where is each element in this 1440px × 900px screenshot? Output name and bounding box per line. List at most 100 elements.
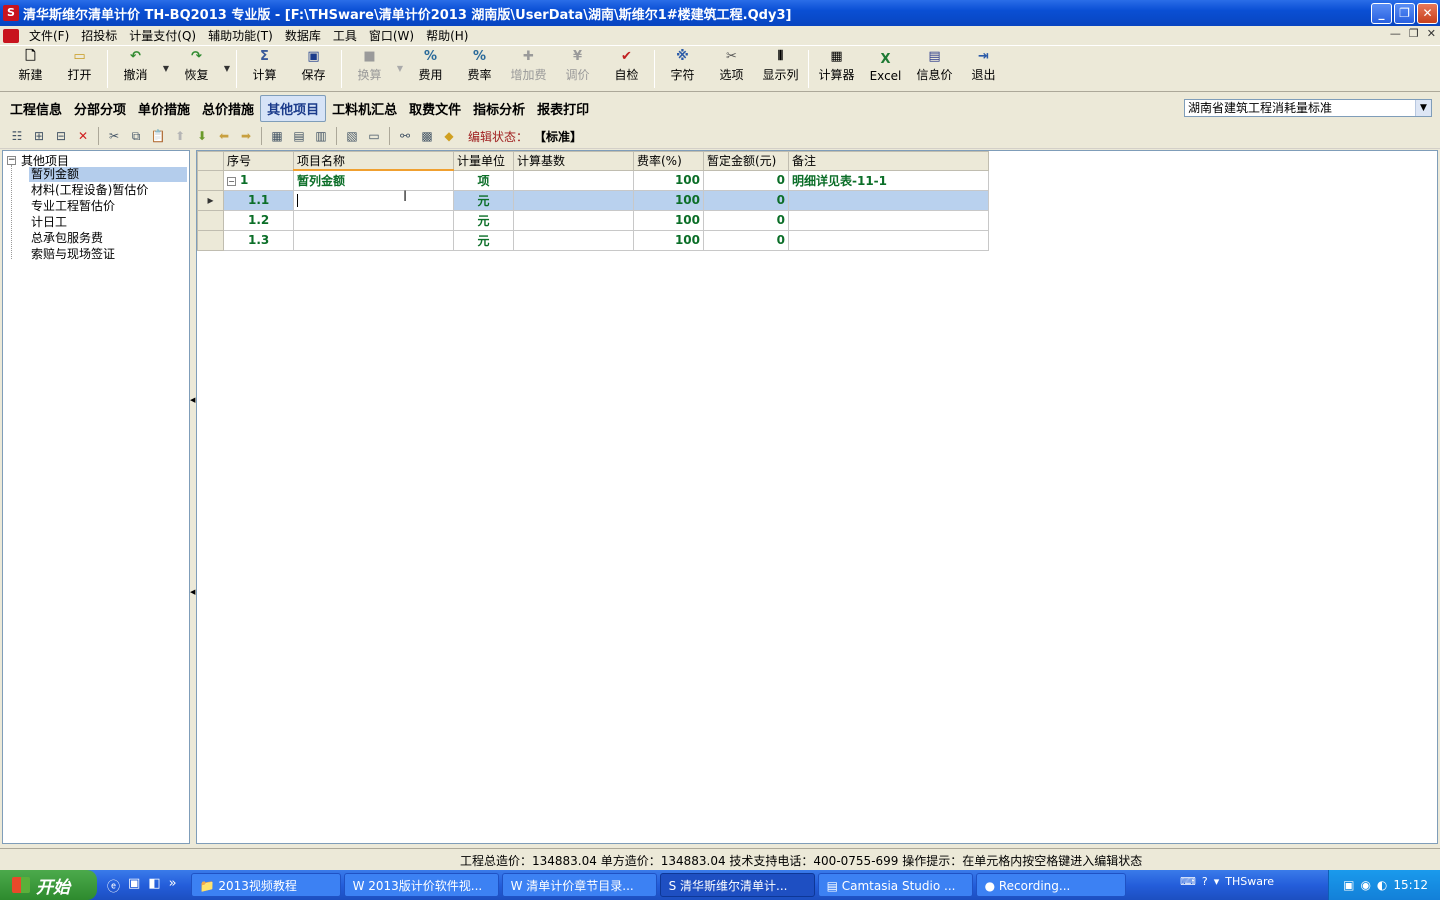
tab-total-measures[interactable]: 总价措施 [196, 96, 260, 121]
cell-note[interactable] [788, 229, 989, 251]
tree-item-general-contract-fee[interactable]: 总承包服务费 [29, 231, 105, 246]
menu-file[interactable]: 文件(F) [23, 27, 75, 44]
cell-no[interactable]: 1.3 [223, 229, 294, 251]
rate-button[interactable]: % 费率 [455, 46, 504, 92]
col-header-unit[interactable]: 计量单位 [453, 151, 514, 171]
tab-unit-measures[interactable]: 单价措施 [132, 96, 196, 121]
menu-database[interactable]: 数据库 [279, 27, 327, 44]
volume-icon[interactable]: ◉ [1360, 878, 1370, 892]
tab-project-info[interactable]: 工程信息 [4, 96, 68, 121]
cell-rate[interactable]: 100 [633, 189, 704, 211]
cell-base[interactable] [513, 189, 634, 211]
security-icon[interactable]: ◐ [1377, 878, 1387, 892]
app-quick-icon[interactable]: ◧ [148, 876, 160, 895]
row-indicator[interactable] [197, 209, 224, 231]
cell-no[interactable]: −1 [223, 169, 294, 191]
task-camtasia[interactable]: ▤ Camtasia Studio ... [817, 873, 973, 897]
mdi-minimize-button[interactable]: — [1390, 27, 1401, 40]
cell-no[interactable]: 1.2 [223, 209, 294, 231]
format-icon[interactable]: ▥ [310, 126, 332, 146]
menu-payment[interactable]: 计量支付(Q) [123, 27, 202, 44]
redo-dropdown[interactable]: ▼ [221, 46, 233, 92]
template-icon[interactable]: ▧ [341, 126, 363, 146]
chevron-down-icon[interactable]: ▼ [1415, 100, 1431, 116]
insert-row-icon[interactable]: ⊞ [28, 126, 50, 146]
keyboard-icon[interactable]: ⌨ [1180, 875, 1196, 888]
task-word-doc-2[interactable]: W 清单计价章节目录... [501, 873, 657, 897]
move-up-icon[interactable]: ⬆ [169, 126, 191, 146]
quota-standard-select[interactable]: 湖南省建筑工程消耗量标准 ▼ [1184, 99, 1432, 117]
find-binoculars-icon[interactable]: ⚯ [394, 126, 416, 146]
open-button[interactable]: ▭ 打开 [55, 46, 104, 92]
tab-materials-summary[interactable]: 工料机汇总 [326, 96, 403, 121]
delete-icon[interactable]: ✕ [72, 126, 94, 146]
tab-report-print[interactable]: 报表打印 [531, 96, 595, 121]
cell-base[interactable] [513, 209, 634, 231]
undo-dropdown[interactable]: ▼ [160, 46, 172, 92]
ie-icon[interactable]: ⓔ [107, 876, 120, 895]
move-right-icon[interactable]: ➡ [235, 126, 257, 146]
word-quick-icon[interactable]: ▣ [128, 876, 140, 895]
cell-name[interactable] [293, 209, 454, 231]
tree-item-provisional-sum[interactable]: 暂列金额 [29, 167, 187, 182]
cell-base[interactable] [513, 229, 634, 251]
task-recording[interactable]: ● Recording... [975, 873, 1126, 897]
row-indicator[interactable] [197, 169, 224, 191]
undo-button[interactable]: ↶ 撤消 [111, 46, 160, 92]
cell-rate[interactable]: 100 [633, 229, 704, 251]
task-video-tutorial[interactable]: 📁 2013视频教程 [190, 873, 341, 897]
move-down-icon[interactable]: ⬇ [191, 126, 213, 146]
screen-icon[interactable]: ▭ [363, 126, 385, 146]
tree-item-professional-estimate[interactable]: 专业工程暂估价 [29, 199, 117, 214]
copy-icon[interactable]: ⧉ [125, 126, 147, 146]
cell-amount[interactable]: 0 [703, 209, 789, 231]
menu-tools[interactable]: 工具 [327, 27, 363, 44]
col-header-name[interactable]: 项目名称 [293, 151, 454, 171]
chars-button[interactable]: ※ 字符 [658, 46, 707, 92]
selfcheck-button[interactable]: ✔ 自检 [602, 46, 651, 92]
col-header-no[interactable]: 序号 [223, 151, 294, 171]
cell-name[interactable] [293, 229, 454, 251]
minimize-button[interactable]: _ [1371, 3, 1392, 24]
adjust-price-button[interactable]: ¥ 调价 [553, 46, 602, 92]
tree-item-material-estimate[interactable]: 材料(工程设备)暂估价 [29, 183, 150, 198]
cell-base[interactable] [513, 169, 634, 191]
cell-name[interactable]: 暂列金额 [293, 169, 454, 191]
tree-item-daywork[interactable]: 计日工 [29, 215, 69, 230]
columns-button[interactable]: ⦀ 显示列 [756, 46, 805, 92]
tab-fee-files[interactable]: 取费文件 [403, 96, 467, 121]
network-icon[interactable]: ▣ [1343, 878, 1354, 892]
close-button[interactable]: ✕ [1417, 3, 1438, 24]
fill-color-icon[interactable]: ◆ [438, 126, 460, 146]
filter-icon[interactable]: ▩ [416, 126, 438, 146]
col-header-base[interactable]: 计算基数 [513, 151, 634, 171]
cell-note[interactable] [788, 209, 989, 231]
surcharge-button[interactable]: ✚ 增加费 [504, 46, 553, 92]
clock[interactable]: 15:12 [1393, 878, 1428, 892]
tab-index-analysis[interactable]: 指标分析 [467, 96, 531, 121]
calculator-button[interactable]: ▦ 计算器 [812, 46, 861, 92]
ime-icon[interactable]: ▾ [1214, 875, 1220, 888]
table-row[interactable]: 1.2 元 100 0 [197, 209, 989, 231]
cell-amount[interactable]: 0 [703, 229, 789, 251]
col-header-amount[interactable]: 暂定金额(元) [703, 151, 789, 171]
cell-unit[interactable]: 元 [453, 229, 514, 251]
menu-aux[interactable]: 辅助功能(T) [202, 27, 279, 44]
col-header-rate[interactable]: 费率(%) [633, 151, 704, 171]
tree-view-icon[interactable]: ☷ [6, 126, 28, 146]
restore-button[interactable]: ❐ [1394, 3, 1415, 24]
cell-unit[interactable]: 元 [453, 189, 514, 211]
menu-window[interactable]: 窗口(W) [363, 27, 420, 44]
menu-bidding[interactable]: 招投标 [75, 27, 123, 44]
cell-unit[interactable]: 元 [453, 209, 514, 231]
menu-help[interactable]: 帮助(H) [420, 27, 474, 44]
cell-unit[interactable]: 项 [453, 169, 514, 191]
current-row-indicator[interactable]: ▸ [197, 189, 224, 211]
convert-button[interactable]: ■ 换算 [345, 46, 394, 92]
cell-amount[interactable]: 0 [703, 169, 789, 191]
collapse-icon[interactable]: − [227, 177, 236, 186]
table-row[interactable]: −1 暂列金额 项 100 0 明细详见表-11-1 [197, 169, 989, 191]
mdi-restore-button[interactable]: ❐ [1409, 27, 1419, 40]
infoprice-button[interactable]: ▤ 信息价 [910, 46, 959, 92]
col-header-note[interactable]: 备注 [788, 151, 989, 171]
